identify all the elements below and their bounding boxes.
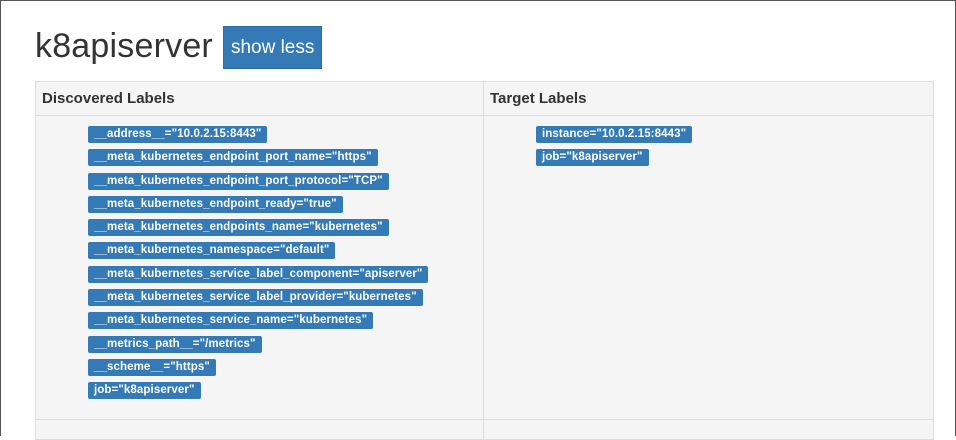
page-frame: k8apiserver show less Discovered Labels … — [0, 0, 956, 440]
discovered-label-item: job="k8apiserver" — [88, 382, 483, 405]
discovered-label-badge: __meta_kubernetes_endpoint_port_name="ht… — [88, 149, 378, 167]
discovered-labels-list: __address__="10.0.2.15:8443" __meta_kuber… — [36, 126, 483, 406]
discovered-labels-header: Discovered Labels — [35, 81, 484, 116]
discovered-label-badge: job="k8apiserver" — [88, 382, 201, 400]
empty-cell-right — [483, 419, 934, 440]
discovered-label-badge: __meta_kubernetes_namespace="default" — [88, 242, 336, 260]
labels-table-header-row: Discovered Labels Target Labels — [35, 81, 934, 116]
target-labels-list: instance="10.0.2.15:8443" job="k8apiserve… — [484, 126, 933, 173]
discovered-label-item: __metrics_path__="/metrics" — [88, 335, 483, 359]
discovered-label-badge: __meta_kubernetes_endpoints_name="kubern… — [88, 219, 389, 237]
discovered-label-item: __meta_kubernetes_service_label_provider… — [88, 289, 483, 312]
discovered-label-badge: __metrics_path__="/metrics" — [88, 335, 262, 353]
discovered-label-item: __meta_kubernetes_endpoints_name="kubern… — [88, 219, 483, 242]
target-header: k8apiserver show less — [35, 23, 323, 69]
discovered-label-item: __meta_kubernetes_service_name="kubernet… — [88, 312, 483, 335]
discovered-label-item: __meta_kubernetes_endpoint_port_name="ht… — [88, 149, 483, 172]
empty-row — [35, 419, 934, 440]
discovered-label-item: __meta_kubernetes_namespace="default" — [88, 242, 483, 265]
discovered-label-badge: __meta_kubernetes_service_label_componen… — [88, 265, 429, 283]
discovered-label-badge: __meta_kubernetes_service_name="kubernet… — [88, 312, 374, 330]
target-label-badge: job="k8apiserver" — [536, 149, 649, 167]
target-label-item: job="k8apiserver" — [536, 149, 933, 172]
discovered-label-item: __meta_kubernetes_endpoint_ready="true" — [88, 195, 483, 219]
labels-table: Discovered Labels Target Labels __addres… — [35, 81, 934, 440]
show-less-button[interactable]: show less — [222, 26, 323, 69]
job-title: k8apiserver — [35, 27, 213, 65]
discovered-labels-cell: __address__="10.0.2.15:8443" __meta_kuber… — [35, 115, 484, 420]
target-label-badge: instance="10.0.2.15:8443" — [536, 126, 693, 143]
discovered-label-item: __scheme__="https" — [88, 358, 483, 382]
discovered-label-badge: __address__="10.0.2.15:8443" — [88, 126, 268, 143]
target-labels-cell: instance="10.0.2.15:8443" job="k8apiserve… — [483, 115, 934, 420]
discovered-label-badge: __scheme__="https" — [88, 358, 216, 376]
labels-row: __address__="10.0.2.15:8443" __meta_kuber… — [35, 115, 934, 420]
target-label-item: instance="10.0.2.15:8443" — [536, 126, 933, 149]
discovered-label-item: __meta_kubernetes_service_label_componen… — [88, 265, 483, 289]
target-labels-header: Target Labels — [483, 81, 934, 116]
discovered-label-badge: __meta_kubernetes_endpoint_port_protocol… — [88, 172, 389, 190]
discovered-label-badge: __meta_kubernetes_endpoint_ready="true" — [88, 195, 343, 213]
discovered-label-item: __meta_kubernetes_endpoint_port_protocol… — [88, 172, 483, 196]
discovered-label-item: __address__="10.0.2.15:8443" — [88, 126, 483, 149]
empty-cell-left — [35, 419, 484, 440]
discovered-label-badge: __meta_kubernetes_service_label_provider… — [88, 289, 423, 307]
